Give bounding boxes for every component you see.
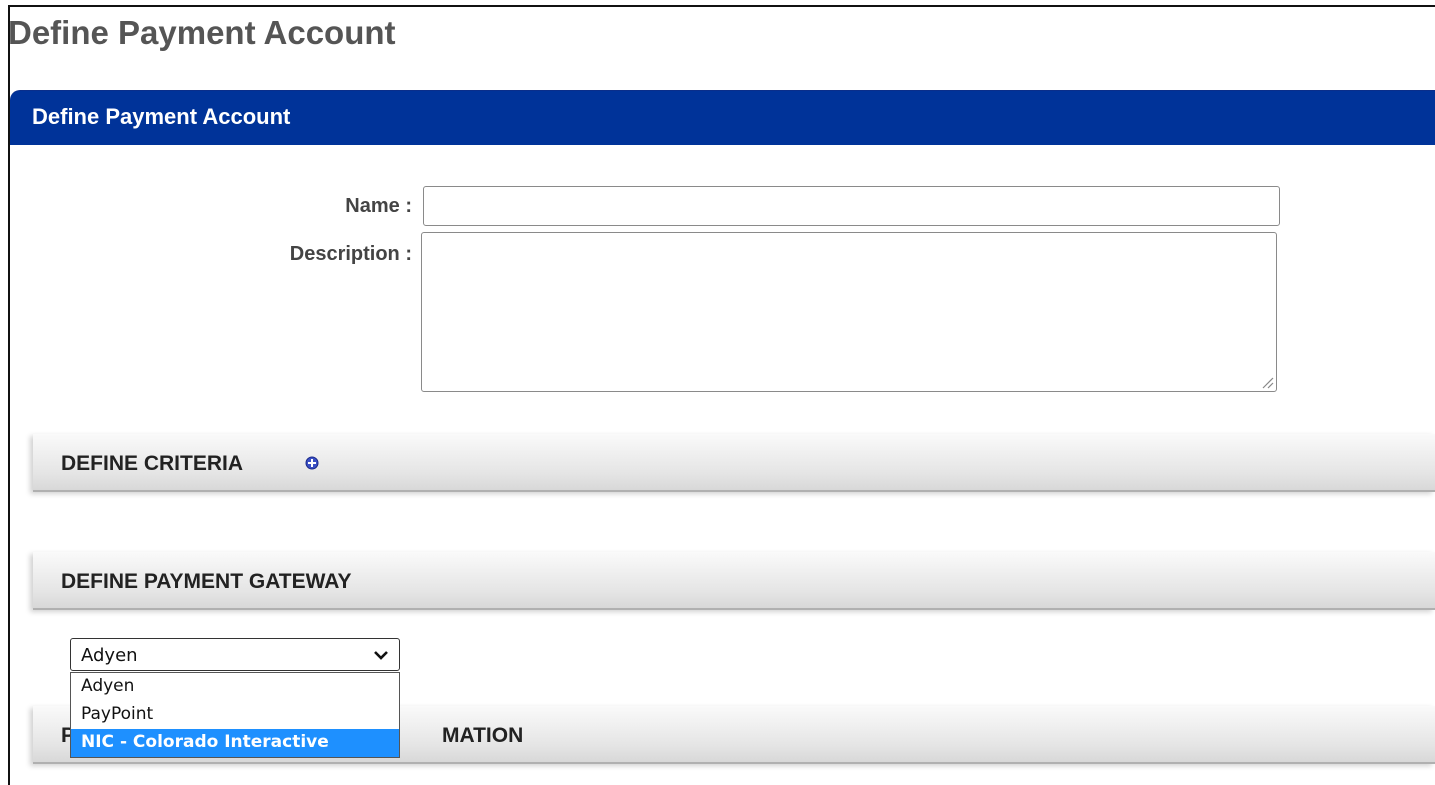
name-label: Name : <box>345 195 412 217</box>
gateway-option-paypoint[interactable]: PayPoint <box>71 701 399 729</box>
define-criteria-section: DEFINE CRITERIA <box>33 434 1435 492</box>
description-label: Description : <box>289 243 412 265</box>
payment-information-title-end: MATION <box>442 724 524 747</box>
define-criteria-title: DEFINE CRITERIA <box>61 452 244 475</box>
panel-header: Define Payment Account <box>10 90 1435 145</box>
define-payment-gateway-title: DEFINE PAYMENT GATEWAY <box>61 570 352 593</box>
gateway-option-adyen[interactable]: Adyen <box>71 673 399 701</box>
payment-gateway-selected-value: Adyen <box>81 645 138 666</box>
define-payment-gateway-section: DEFINE PAYMENT GATEWAY <box>33 552 1435 610</box>
gateway-option-nic-colorado-interactive[interactable]: NIC - Colorado Interactive <box>71 729 399 757</box>
payment-gateway-select[interactable]: Adyen <box>70 638 400 671</box>
resize-grip-icon[interactable] <box>1260 375 1274 389</box>
panel-header-title: Define Payment Account <box>32 104 291 129</box>
description-textarea[interactable] <box>421 232 1277 392</box>
chevron-down-icon <box>374 651 388 660</box>
page-title: Define Payment Account <box>8 14 396 51</box>
plus-circle-icon[interactable] <box>305 456 319 470</box>
name-input[interactable] <box>423 186 1280 226</box>
payment-gateway-options-list: Adyen PayPoint NIC - Colorado Interactiv… <box>70 672 400 758</box>
